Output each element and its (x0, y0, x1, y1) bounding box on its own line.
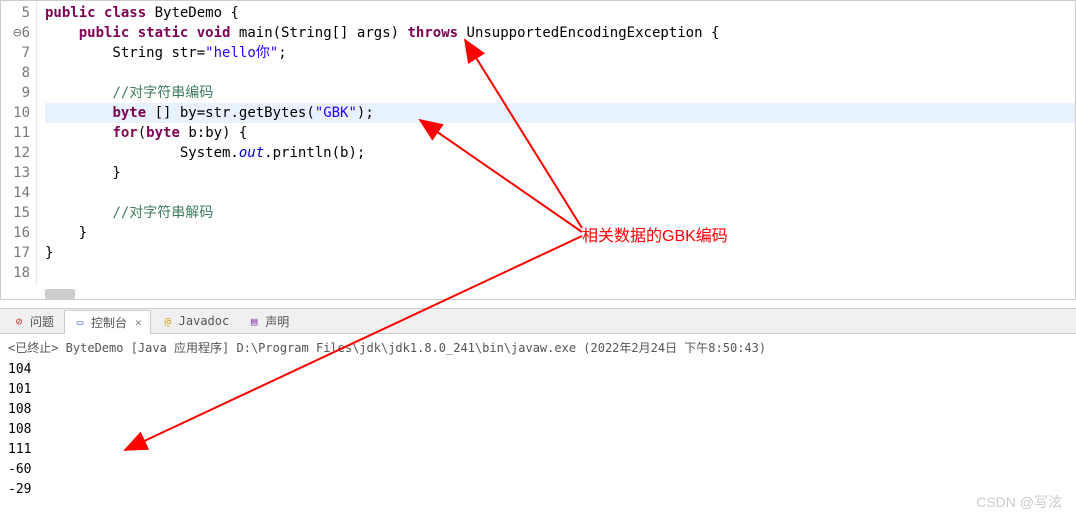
code-line[interactable] (45, 263, 1075, 283)
console-pane[interactable]: <已终止> ByteDemo [Java 应用程序] D:\Program Fi… (0, 334, 1076, 504)
code-area[interactable]: 5⊖6789101112131415161718 public class By… (1, 1, 1075, 285)
console-icon: ▭ (73, 315, 87, 329)
code-content[interactable]: public class ByteDemo { public static vo… (37, 1, 1075, 285)
line-number: ⊖6 (9, 23, 30, 43)
problems-icon: ⊘ (12, 314, 26, 328)
tab-label: 声明 (265, 313, 289, 330)
line-number: 15 (9, 203, 30, 223)
tab-label: 控制台 (91, 314, 127, 331)
code-line[interactable]: } (45, 243, 1075, 263)
console-output: 104101108108111-60-29 (8, 360, 1068, 500)
javadoc-icon: @ (161, 314, 175, 328)
bottom-tabs-bar: ⊘ 问题 ▭ 控制台 ✕ @ Javadoc ▤ 声明 (0, 308, 1076, 334)
close-icon[interactable]: ✕ (135, 316, 142, 329)
tab-console[interactable]: ▭ 控制台 ✕ (64, 310, 151, 334)
code-line[interactable]: for(byte b:by) { (45, 123, 1075, 143)
tab-label: 问题 (30, 313, 54, 330)
annotation-label: 相关数据的GBK编码 (582, 222, 728, 246)
code-line[interactable]: public static void main(String[] args) t… (45, 23, 1075, 43)
line-number: 18 (9, 263, 30, 283)
tab-declaration[interactable]: ▤ 声明 (239, 310, 297, 333)
code-editor-pane: 5⊖6789101112131415161718 public class By… (0, 0, 1076, 300)
line-number: 14 (9, 183, 30, 203)
console-output-line: -60 (8, 460, 1068, 480)
console-output-line: -29 (8, 480, 1068, 500)
console-run-header: <已终止> ByteDemo [Java 应用程序] D:\Program Fi… (8, 338, 1068, 358)
line-number: 17 (9, 243, 30, 263)
console-output-line: 108 (8, 400, 1068, 420)
console-output-line: 101 (8, 380, 1068, 400)
console-output-line: 104 (8, 360, 1068, 380)
line-number: 16 (9, 223, 30, 243)
code-line[interactable]: System.out.println(b); (45, 143, 1075, 163)
console-output-line: 108 (8, 420, 1068, 440)
declaration-icon: ▤ (247, 314, 261, 328)
code-line[interactable] (45, 183, 1075, 203)
tab-problems[interactable]: ⊘ 问题 (4, 310, 62, 333)
code-line[interactable] (45, 63, 1075, 83)
code-line[interactable]: } (45, 223, 1075, 243)
code-line[interactable]: String str="hello你"; (45, 43, 1075, 63)
line-number: 7 (9, 43, 30, 63)
line-number-gutter: 5⊖6789101112131415161718 (1, 1, 37, 285)
console-output-line: 111 (8, 440, 1068, 460)
line-number: 9 (9, 83, 30, 103)
line-number: 12 (9, 143, 30, 163)
watermark-text: CSDN @写泫 (976, 492, 1062, 512)
line-number: 8 (9, 63, 30, 83)
tab-javadoc[interactable]: @ Javadoc (153, 311, 238, 331)
line-number: 5 (9, 3, 30, 23)
horizontal-scrollbar-thumb[interactable] (45, 289, 75, 299)
code-line[interactable]: //对字符串解码 (45, 203, 1075, 223)
line-number: 11 (9, 123, 30, 143)
tab-label: Javadoc (179, 314, 230, 328)
code-line[interactable]: //对字符串编码 (45, 83, 1075, 103)
line-number: 10 (9, 103, 30, 123)
line-number: 13 (9, 163, 30, 183)
code-line[interactable]: } (45, 163, 1075, 183)
code-line[interactable]: byte [] by=str.getBytes("GBK"); (45, 103, 1075, 123)
code-line[interactable]: public class ByteDemo { (45, 3, 1075, 23)
